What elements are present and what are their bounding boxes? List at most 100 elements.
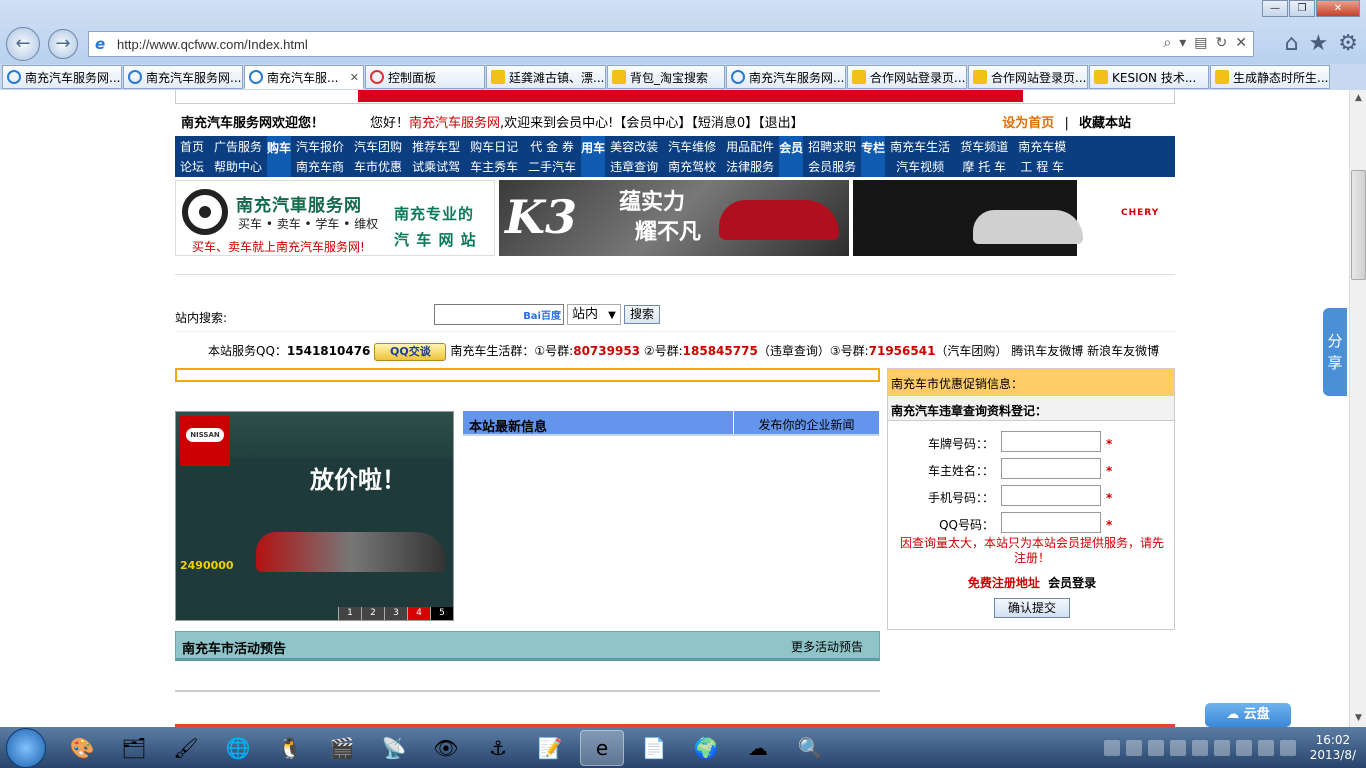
slider-page-button-active[interactable]: 4 [407, 607, 430, 620]
search-scope-select[interactable]: 站内 ▼ [567, 304, 621, 325]
notes-icon[interactable]: 📝 [528, 730, 572, 766]
nav-link[interactable]: 试乘试驾 [407, 157, 465, 177]
tray-icon[interactable] [1213, 739, 1230, 756]
ad-slider[interactable]: NISSAN 放价啦！ 2490000 1 2 3 4 5 [175, 411, 454, 621]
stop-icon[interactable]: ✕ [1235, 35, 1247, 51]
vertical-scrollbar[interactable]: ▲ ▼ [1349, 90, 1366, 727]
browser-tab[interactable]: KESION 技术... [1089, 65, 1209, 89]
publish-news-link[interactable]: 发布你的企业新闻 [733, 411, 879, 434]
browser-tab[interactable]: 控制面板 [365, 65, 485, 89]
nav-link[interactable]: 招聘求职 [803, 137, 861, 157]
dropdown-icon[interactable]: ▾ [1179, 35, 1186, 51]
nav-link[interactable]: 用品配件 [721, 137, 779, 157]
qq-field[interactable] [1001, 512, 1101, 533]
favorites-star-icon[interactable]: ★ [1309, 31, 1329, 56]
taskbar-app-icon[interactable]: 📄 [632, 730, 676, 766]
nav-link[interactable]: 汽车团购 [349, 137, 407, 157]
search-button[interactable]: 搜索 [624, 305, 660, 324]
volume-icon[interactable] [1279, 739, 1296, 756]
weibo-icon[interactable]: 👁 [424, 730, 468, 766]
address-bar[interactable]: e http://www.qcfww.com/Index.html ⌕ ▾ ▤ … [88, 31, 1254, 57]
ie-icon[interactable]: e [580, 729, 624, 766]
tray-icon[interactable] [1169, 739, 1186, 756]
set-home-link[interactable]: 设为首页 [1002, 116, 1054, 131]
compatibility-icon[interactable]: ▤ [1194, 35, 1207, 51]
anchor-icon[interactable]: ⚓ [476, 730, 520, 766]
nav-link[interactable]: 美容改装 [605, 137, 663, 157]
maximize-button[interactable]: ❐ [1289, 0, 1315, 17]
refresh-icon[interactable]: ↻ [1216, 35, 1228, 51]
tray-icon[interactable] [1147, 739, 1164, 756]
taskbar-app-icon[interactable]: 🖌 [164, 730, 208, 766]
nav-link[interactable]: 车市优惠 [349, 157, 407, 177]
nav-link[interactable]: 法律服务 [721, 157, 779, 177]
chrome-icon[interactable]: 🌐 [216, 730, 260, 766]
browser-tab[interactable]: 合作网站登录页... [847, 65, 967, 89]
slider-page-button[interactable]: 1 [338, 607, 361, 620]
nav-link[interactable]: 南充车商 [291, 157, 349, 177]
minimize-button[interactable]: — [1262, 0, 1288, 17]
home-icon[interactable]: ⌂ [1285, 31, 1299, 56]
browser-tab[interactable]: 南充汽车服务网... [2, 65, 122, 89]
nav-link[interactable]: 南充驾校 [663, 157, 721, 177]
browser-tab[interactable]: 背包_淘宝搜索 [607, 65, 725, 89]
system-clock[interactable]: 16:02 2013/8/ [1310, 733, 1356, 763]
nav-link[interactable]: 车主秀车 [465, 157, 523, 177]
scroll-up-icon[interactable]: ▲ [1350, 90, 1366, 107]
nav-link[interactable]: 购车日记 [465, 137, 523, 157]
register-link[interactable]: 免费注册地址 [968, 576, 1040, 590]
nav-link[interactable]: 会员服务 [803, 157, 861, 177]
nav-link[interactable]: 二手汽车 [523, 157, 581, 177]
more-events-link[interactable]: 更多活动预告 [791, 638, 863, 658]
k3-ad-banner[interactable]: K3 蕴实力 耀不凡 [499, 180, 849, 256]
scroll-thumb[interactable] [1351, 170, 1366, 280]
nav-link[interactable]: 汽车视频 [885, 157, 955, 177]
search-icon[interactable]: 🔍 [788, 730, 832, 766]
shield-icon[interactable] [1235, 739, 1252, 756]
nav-link[interactable]: 货车频道 [955, 137, 1013, 157]
greeting-site-link[interactable]: 南充汽车服务网 [409, 116, 500, 131]
taskbar-app-icon[interactable]: 🌍 [684, 730, 728, 766]
browser-tab[interactable]: 生成静态时所生... [1210, 65, 1330, 89]
nav-link[interactable]: 推荐车型 [407, 137, 465, 157]
bookmark-link[interactable]: 收藏本站 [1079, 116, 1131, 131]
tab-close-icon[interactable]: ✕ [350, 71, 359, 84]
tray-icon[interactable] [1103, 739, 1120, 756]
site-logo-banner[interactable]: 南充汽車服务网 买车 • 卖车 • 学车 • 维权 买车、卖车就上南充汽车服务网… [175, 180, 495, 256]
chery-ad-banner[interactable]: CHERY [853, 180, 1173, 256]
gear-icon[interactable]: ⚙ [1338, 31, 1358, 56]
start-button[interactable] [6, 727, 46, 768]
slider-page-button[interactable]: 3 [384, 607, 407, 620]
forward-button[interactable]: → [48, 29, 78, 59]
nav-link[interactable]: 摩 托 车 [955, 157, 1013, 177]
nav-link-home[interactable]: 首页 [175, 137, 209, 157]
file-explorer-icon[interactable]: 🗂 [112, 730, 156, 766]
submit-button[interactable]: 确认提交 [994, 598, 1070, 618]
taskbar-app-icon[interactable]: 🎨 [60, 730, 104, 766]
nav-link[interactable]: 工 程 车 [1013, 157, 1071, 177]
taskbar-app-icon[interactable]: 🎬 [320, 730, 364, 766]
slider-page-button[interactable]: 5 [430, 607, 453, 620]
share-button[interactable]: 分享 [1323, 308, 1347, 396]
close-window-button[interactable]: ✕ [1316, 0, 1360, 17]
nav-link-help[interactable]: 帮助中心 [209, 157, 267, 177]
nav-link-forum[interactable]: 论坛 [175, 157, 209, 177]
nav-link[interactable]: 违章查询 [605, 157, 663, 177]
browser-tab[interactable]: 南充汽车服务网... [726, 65, 846, 89]
nav-link[interactable]: 汽车报价 [291, 137, 349, 157]
search-input[interactable]: Bai百度 [434, 304, 564, 325]
tray-icon[interactable] [1191, 739, 1208, 756]
nav-link[interactable]: 汽车维修 [663, 137, 721, 157]
browser-tab-active[interactable]: 南充汽车服... ✕ [244, 65, 364, 89]
owner-name-field[interactable] [1001, 458, 1101, 479]
login-link[interactable]: 会员登录 [1048, 576, 1096, 590]
browser-tab[interactable]: 廷龚滩古镇、漂... [486, 65, 606, 89]
member-links[interactable]: ,欢迎来到会员中心!【会员中心】【短消息0】【退出】 [500, 116, 804, 131]
plate-number-field[interactable] [1001, 431, 1101, 452]
nav-link[interactable]: 南充车生活 [885, 137, 955, 157]
network-icon[interactable] [1257, 739, 1274, 756]
nav-link[interactable]: 代 金 券 [523, 137, 581, 157]
qq-icon[interactable]: 🐧 [268, 730, 312, 766]
address-url[interactable]: http://www.qcfww.com/Index.html [117, 37, 308, 52]
browser-tab[interactable]: 南充汽车服务网... [123, 65, 243, 89]
